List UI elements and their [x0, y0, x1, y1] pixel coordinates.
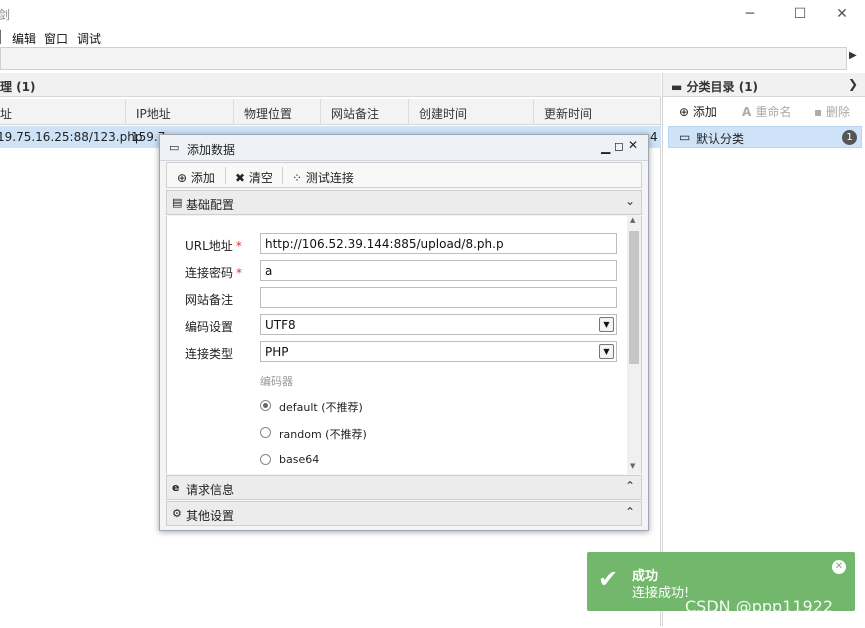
close-icon: ✕	[836, 6, 848, 22]
chevron-right-icon[interactable]: ❯	[848, 77, 858, 91]
basic-config-form: URL地址 * http://106.52.39.144:885/upload/8…	[166, 216, 642, 474]
encoding-label: 编码设置	[185, 320, 234, 334]
add-data-dialog: ▭ 添加数据 ▁ ◻ ✕ ⊕ 添加 ✖ 清空 ⁘ 测试连接 ▤ 基础配置 ⌄ U…	[159, 134, 649, 531]
window-icon: ▭	[169, 141, 180, 154]
encoder-radio-base64[interactable]	[260, 454, 271, 465]
checkmark-icon: ✔	[598, 565, 619, 593]
category-rename-button[interactable]: A 重命名	[742, 103, 791, 120]
plus-circle-icon: ⊕	[177, 171, 191, 185]
category-count-badge: 1	[842, 130, 857, 145]
section-basic-config[interactable]: ▤ 基础配置 ⌄	[166, 190, 642, 215]
dialog-maximize-icon[interactable]: ◻	[614, 139, 624, 153]
chevron-up-icon: ⌃	[624, 479, 635, 493]
note-label: 网站备注	[185, 293, 234, 307]
column-note[interactable]: 网站备注	[321, 99, 409, 125]
chevron-up-icon: ⌃	[624, 505, 635, 519]
chevron-down-icon: ▼	[599, 344, 614, 359]
password-label: 连接密码 *	[185, 266, 243, 280]
section-request-info[interactable]: e 请求信息 ⌃	[166, 475, 642, 500]
category-item[interactable]: ▭ 默认分类 1	[668, 126, 862, 148]
category-item-label: 默认分类	[696, 132, 745, 146]
spinner-icon: ⁘	[292, 171, 306, 185]
data-panel-title: 理 (1)	[0, 80, 36, 94]
category-panel-header: ▬ 分类目录 (1) ❯	[663, 73, 865, 97]
title-bar: 蚁剑 ─ ☐ ✕	[0, 0, 865, 28]
file-icon: ▤	[172, 196, 183, 209]
tab-bar	[0, 47, 847, 70]
type-label: 连接类型	[185, 347, 234, 361]
menu-bar: ▌ 编辑 窗口 调试	[0, 28, 865, 46]
dialog-toolbar: ⊕ 添加 ✖ 清空 ⁘ 测试连接	[166, 162, 642, 188]
dialog-title-bar[interactable]: ▭ 添加数据 ▁ ◻ ✕	[160, 135, 648, 161]
trash-icon: ▪	[814, 105, 826, 119]
category-panel-title: 分类目录 (1)	[686, 80, 759, 94]
toolbar-divider	[225, 167, 226, 184]
dialog-clear-button[interactable]: ✖ 清空	[235, 169, 273, 186]
watermark: CSDN @ppp11922	[685, 597, 834, 616]
column-url[interactable]: 址	[0, 99, 126, 125]
scroll-up-icon[interactable]: ▲	[630, 216, 635, 224]
chevron-right-icon: ▶	[849, 50, 857, 61]
encoding-select[interactable]: UTF8 ▼	[260, 314, 617, 335]
encoder-option-label: base64	[279, 453, 320, 466]
encoder-option-label: default (不推荐)	[279, 401, 363, 414]
tab-scroll-right-button[interactable]: ▶	[849, 50, 863, 70]
toast-message: 连接成功!	[632, 586, 690, 601]
close-button[interactable]: ✕	[819, 0, 865, 28]
scroll-down-icon[interactable]: ▼	[630, 462, 635, 470]
minimize-icon: ─	[745, 6, 755, 22]
section-other-settings[interactable]: ⚙ 其他设置 ⌃	[166, 501, 642, 526]
category-panel: ▬ 分类目录 (1) ❯ ⊕ 添加 A 重命名 ▪ 删除 ▭ 默认分类 1	[662, 73, 865, 626]
category-add-button[interactable]: ⊕ 添加	[679, 103, 717, 120]
url-input[interactable]: http://106.52.39.144:885/upload/8.ph.p	[260, 233, 617, 254]
dialog-title: 添加数据	[187, 143, 236, 157]
encoder-radio-default[interactable]	[260, 400, 271, 411]
chevron-down-icon: ▼	[599, 317, 614, 332]
dialog-test-connection-button[interactable]: ⁘ 测试连接	[292, 169, 354, 186]
row-url: 19.75.16.25:88/123.php	[0, 130, 143, 144]
plus-circle-icon: ⊕	[679, 105, 693, 119]
column-ip[interactable]: IP地址	[126, 99, 234, 125]
menu-antsword[interactable]: ▌	[0, 30, 5, 44]
menu-window[interactable]: 窗口	[44, 30, 68, 47]
gears-icon: ⚙	[172, 507, 182, 520]
encoder-radio-random[interactable]	[260, 427, 271, 438]
note-input[interactable]	[260, 287, 617, 308]
url-label: URL地址 *	[185, 239, 242, 253]
category-delete-button[interactable]: ▪ 删除	[814, 103, 850, 120]
minimize-button[interactable]: ─	[727, 0, 773, 28]
dialog-minimize-icon[interactable]: ▁	[601, 140, 610, 154]
toast-close-icon[interactable]: ✕	[832, 560, 846, 574]
menu-edit[interactable]: 编辑	[12, 30, 36, 47]
dialog-close-icon[interactable]: ✕	[628, 138, 638, 152]
menu-debug[interactable]: 调试	[77, 30, 101, 47]
row-updated: 4	[650, 130, 658, 144]
scrollbar-thumb[interactable]	[629, 231, 639, 364]
type-select[interactable]: PHP ▼	[260, 341, 617, 362]
column-location[interactable]: 物理位置	[234, 99, 321, 125]
maximize-icon: ☐	[793, 6, 807, 22]
encoder-label: 编码器	[260, 375, 293, 388]
dialog-add-button[interactable]: ⊕ 添加	[177, 169, 215, 186]
encoder-option-label: random (不推荐)	[279, 428, 367, 441]
column-updated[interactable]: 更新时间	[534, 99, 661, 125]
close-icon: ✖	[235, 171, 249, 185]
toolbar-divider	[282, 167, 283, 184]
font-icon: A	[742, 105, 756, 119]
column-created[interactable]: 创建时间	[409, 99, 534, 125]
chevron-down-icon: ⌄	[624, 194, 635, 208]
window-title: 蚁剑	[0, 8, 11, 22]
maximize-button[interactable]: ☐	[777, 0, 823, 28]
antsword-window: 蚁剑 ─ ☐ ✕ ▌ 编辑 窗口 调试 ▶ 理 (1) 址 IP地址 物理位置 …	[0, 0, 865, 628]
password-input[interactable]: a	[260, 260, 617, 281]
category-toolbar: ⊕ 添加 A 重命名 ▪ 删除	[663, 98, 865, 122]
folder-icon: ▬	[671, 80, 683, 94]
form-scrollbar[interactable]: ▲ ▼	[627, 216, 641, 474]
folder-open-icon: ▭	[679, 130, 691, 144]
table-header: 址 IP地址 物理位置 网站备注 创建时间 更新时间	[0, 99, 661, 125]
edge-icon: e	[172, 481, 180, 494]
data-panel-header: 理 (1)	[0, 73, 661, 97]
